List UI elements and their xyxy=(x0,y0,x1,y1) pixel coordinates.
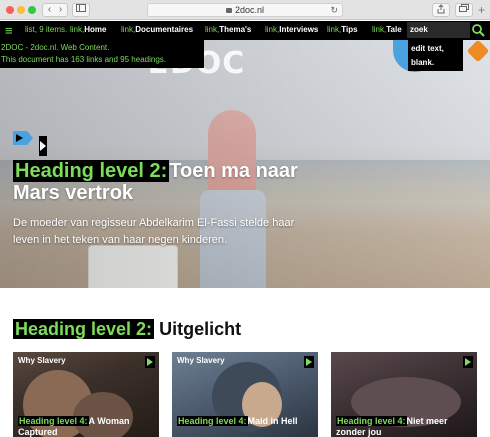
address-bar[interactable]: 2doc.nl ↻ xyxy=(147,3,343,17)
play-icon xyxy=(306,358,312,366)
zoom-window-button[interactable] xyxy=(28,6,36,14)
play-icon xyxy=(147,358,153,366)
lock-icon xyxy=(225,8,232,13)
card-niet-meer-zonder-jou[interactable]: Heading level 4:Niet meer zonder jou xyxy=(331,352,477,437)
hero-heading-label: Heading level 2: xyxy=(13,160,170,182)
url-text: 2doc.nl xyxy=(234,5,265,15)
reload-button[interactable]: ↻ xyxy=(330,4,338,16)
hero-play-arrow-tail xyxy=(27,131,33,145)
share-icon xyxy=(437,4,445,14)
search-input[interactable]: zoek xyxy=(407,22,470,38)
card-play-button[interactable] xyxy=(145,356,155,368)
sidebar-toggle-button[interactable] xyxy=(72,3,90,17)
close-window-button[interactable] xyxy=(6,6,14,14)
nav-item-home[interactable]: link,Home xyxy=(70,25,106,34)
search-icon[interactable] xyxy=(471,23,485,37)
play-icon xyxy=(465,358,471,366)
show-tabs-button[interactable] xyxy=(455,3,473,17)
nav-item-interviews[interactable]: link,Interviews xyxy=(265,25,318,34)
nav-item-themas[interactable]: link,Thema's xyxy=(205,25,251,34)
sidebar-icon xyxy=(76,4,86,12)
voiceover-page-info-line1: 2DOC - 2doc.nl. Web Content. xyxy=(1,43,110,52)
section-heading: Heading level 2: Uitgelicht xyxy=(13,319,241,340)
card-title: Heading level 4:Maid in Hell xyxy=(177,416,298,426)
nav-item-documentaires[interactable]: link,Documentaires xyxy=(121,25,193,34)
play-icon xyxy=(16,134,23,142)
tabs-icon xyxy=(459,4,469,12)
hamburger-menu-icon[interactable]: ≡ xyxy=(5,24,13,37)
forward-button[interactable]: › xyxy=(55,4,66,16)
voiceover-page-info-line2: This document has 163 links and 95 headi… xyxy=(1,55,166,64)
back-button[interactable]: ‹ xyxy=(44,4,55,16)
voiceover-search-info-line2: blank. xyxy=(411,58,435,67)
voiceover-page-info: 2DOC - 2doc.nl. Web Content. This docume… xyxy=(0,40,204,68)
card-title: Heading level 4:A Woman Captured xyxy=(18,416,130,437)
card-tag: Why Slavery xyxy=(18,356,66,365)
hero-subtitle: De moeder van regisseur Abdelkarim El-Fa… xyxy=(13,217,295,246)
hero-heading[interactable]: Heading level 2: Toen ma naar Mars vertro… xyxy=(13,160,313,204)
hero-next-button[interactable] xyxy=(39,136,47,156)
card-title: Heading level 4:Niet meer zonder jou xyxy=(336,416,448,437)
section-heading-label: Heading level 2: xyxy=(13,319,155,339)
voiceover-search-info-line1: edit text, xyxy=(411,44,444,53)
nav-item-tips[interactable]: link,Tips xyxy=(327,25,358,34)
card-play-button[interactable] xyxy=(463,356,473,368)
card-tag: Why Slavery xyxy=(177,356,225,365)
card-play-button[interactable] xyxy=(304,356,314,368)
minimize-window-button[interactable] xyxy=(17,6,25,14)
nav-list-announcement: list, 9 items. xyxy=(25,25,68,34)
card-a-woman-captured[interactable]: Why Slavery Heading level 4:A Woman Capt… xyxy=(13,352,159,437)
share-button[interactable] xyxy=(432,3,450,17)
section-title: Uitgelicht xyxy=(159,319,242,339)
new-tab-button[interactable]: + xyxy=(478,3,485,17)
hero-play-button[interactable] xyxy=(13,131,27,145)
card-maid-in-hell[interactable]: Why Slavery Heading level 4:Maid in Hell xyxy=(172,352,318,437)
browser-toolbar: ‹ › 2doc.nl ↻ + xyxy=(0,0,490,20)
nav-item-talent[interactable]: link,Tale xyxy=(372,25,402,34)
history-nav: ‹ › xyxy=(42,3,68,17)
voiceover-search-info: edit text, blank. xyxy=(408,40,463,71)
chevron-right-icon xyxy=(40,141,46,151)
